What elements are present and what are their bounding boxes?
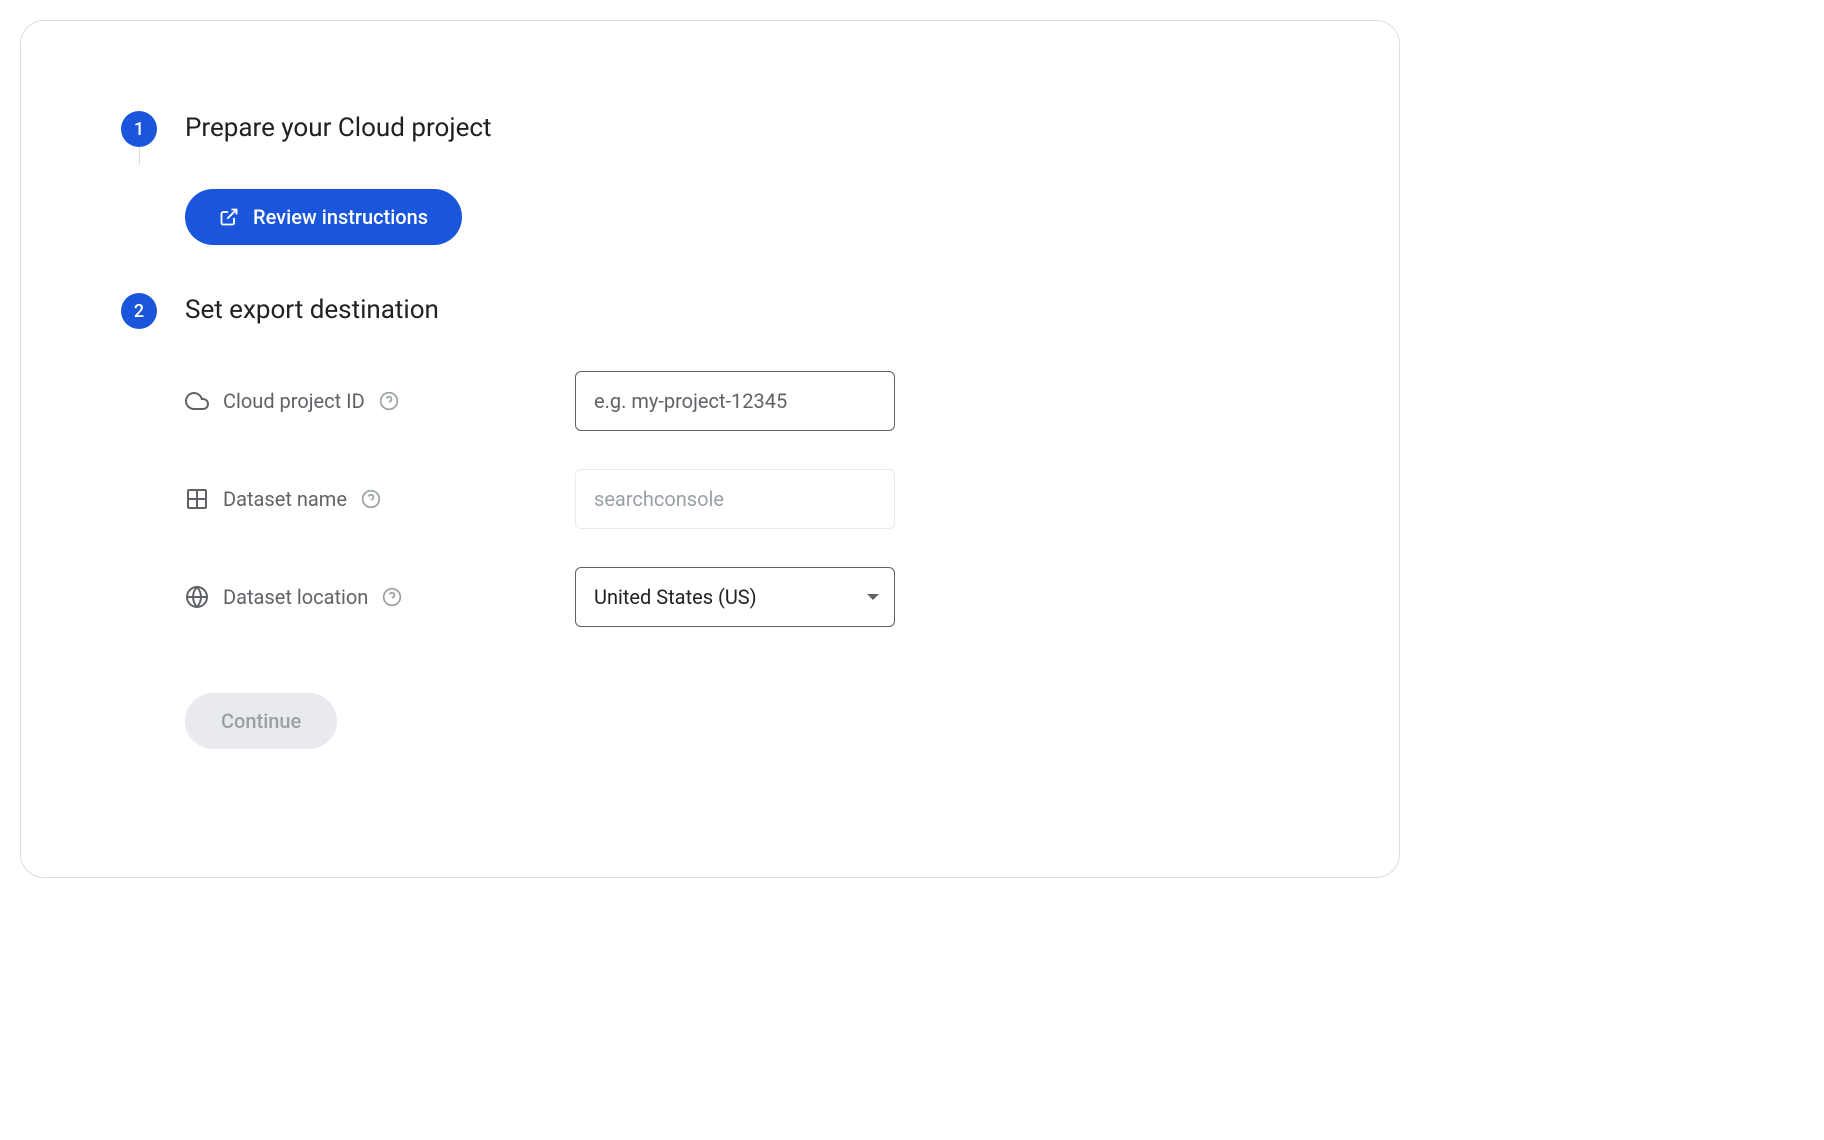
project-id-row: Cloud project ID	[185, 371, 1299, 431]
dataset-name-label: Dataset name	[223, 487, 347, 511]
dataset-location-value: United States (US)	[594, 585, 757, 609]
grid-icon	[185, 487, 209, 511]
review-instructions-label: Review instructions	[253, 205, 428, 229]
project-id-input[interactable]	[575, 371, 895, 431]
review-instructions-button[interactable]: Review instructions	[185, 189, 462, 245]
step-1-body: Review instructions	[185, 147, 1299, 293]
step-2-body: Cloud project ID Dataset name	[185, 329, 1299, 797]
dataset-location-row: Dataset location United States (US)	[185, 567, 1299, 627]
dataset-name-input	[575, 469, 895, 529]
project-id-label: Cloud project ID	[223, 389, 365, 413]
step-1: 1 Prepare your Cloud project	[121, 111, 1299, 147]
dataset-location-select[interactable]: United States (US)	[575, 567, 895, 627]
help-icon[interactable]	[379, 391, 399, 411]
open-in-new-icon	[219, 207, 239, 227]
help-icon[interactable]	[361, 489, 381, 509]
step-2-title: Set export destination	[185, 295, 1299, 325]
step-1-title: Prepare your Cloud project	[185, 113, 1299, 143]
step-2-badge: 2	[121, 293, 157, 329]
cloud-icon	[185, 389, 209, 413]
globe-icon	[185, 585, 209, 609]
help-icon[interactable]	[382, 587, 402, 607]
dataset-location-label: Dataset location	[223, 585, 368, 609]
continue-button: Continue	[185, 693, 337, 749]
step-1-badge: 1	[121, 111, 157, 147]
dataset-name-row: Dataset name	[185, 469, 1299, 529]
setup-card: 1 Prepare your Cloud project Review inst…	[20, 20, 1400, 878]
step-2: 2 Set export destination	[121, 293, 1299, 329]
step-connector	[139, 147, 140, 165]
